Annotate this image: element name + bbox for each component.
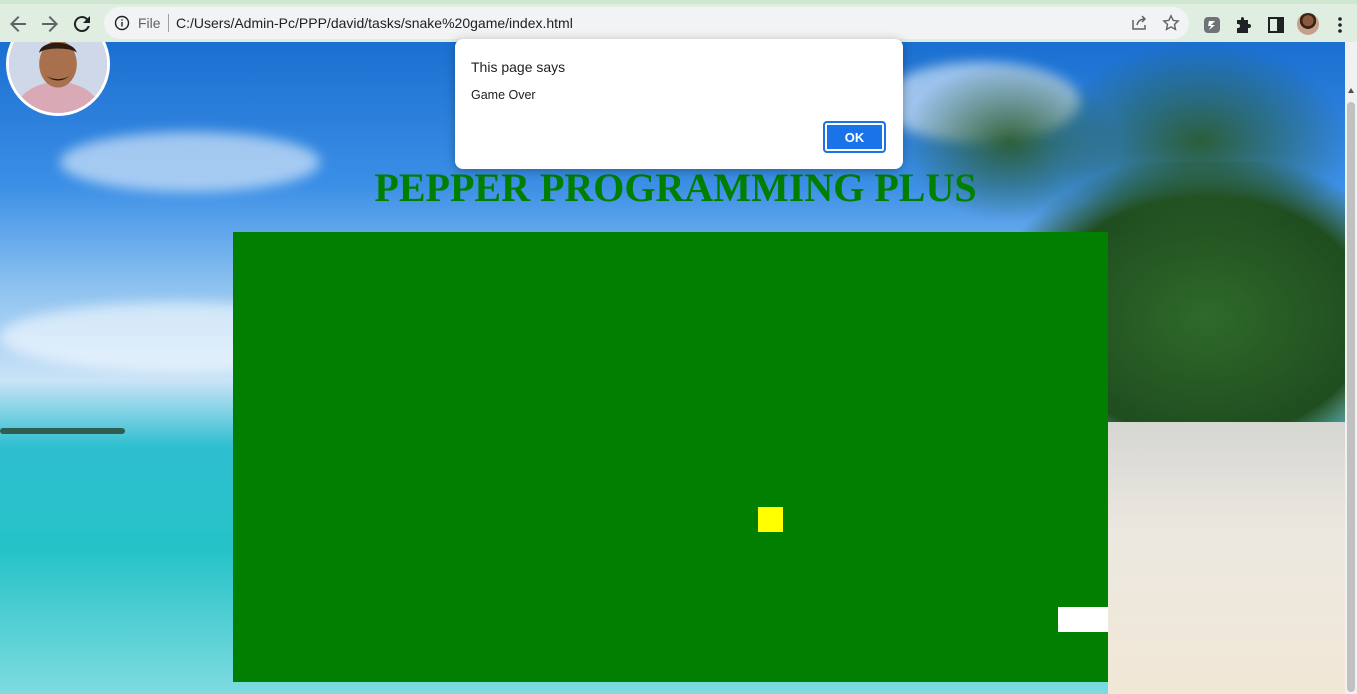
url-divider	[168, 14, 169, 32]
background-island	[0, 428, 125, 434]
bookmark-star-icon[interactable]	[1162, 14, 1180, 32]
address-bar[interactable]: File C:/Users/Admin-Pc/PPP/david/tasks/s…	[104, 7, 1189, 39]
info-icon[interactable]	[114, 15, 130, 31]
snake-segment	[1058, 607, 1108, 632]
url-scheme-label: File	[138, 15, 161, 31]
food-block	[758, 507, 783, 532]
author-avatar	[6, 42, 110, 116]
game-board[interactable]	[233, 232, 1108, 682]
dialog-title: This page says	[471, 59, 566, 75]
arrow-right-icon	[42, 16, 58, 32]
reload-button[interactable]	[70, 12, 94, 36]
profile-avatar-icon[interactable]	[1297, 13, 1319, 35]
background-beach	[1108, 422, 1345, 694]
scrollbar-thumb[interactable]	[1347, 102, 1355, 692]
scroll-up-icon[interactable]	[1348, 88, 1354, 93]
page-title: PEPPER PROGRAMMING PLUS	[374, 165, 977, 210]
background-palm	[1050, 42, 1345, 242]
forward-button[interactable]	[38, 12, 62, 36]
extension-icon[interactable]	[1202, 15, 1222, 35]
share-icon[interactable]	[1130, 14, 1148, 32]
puzzle-icon[interactable]	[1234, 15, 1254, 35]
side-panel-icon[interactable]	[1266, 15, 1286, 35]
arrow-left-icon	[10, 16, 26, 32]
ok-button[interactable]: OK	[823, 121, 886, 153]
page-scrollbar[interactable]	[1345, 42, 1357, 694]
browser-toolbar: File C:/Users/Admin-Pc/PPP/david/tasks/s…	[0, 0, 1357, 42]
url-text[interactable]: C:/Users/Admin-Pc/PPP/david/tasks/snake%…	[176, 15, 573, 31]
alert-dialog: This page says Game Over OK	[455, 39, 903, 169]
more-menu-icon[interactable]	[1330, 15, 1350, 35]
back-button[interactable]	[6, 12, 30, 36]
person-portrait-icon	[9, 42, 107, 113]
reload-icon	[73, 16, 90, 33]
dialog-message: Game Over	[471, 88, 536, 102]
